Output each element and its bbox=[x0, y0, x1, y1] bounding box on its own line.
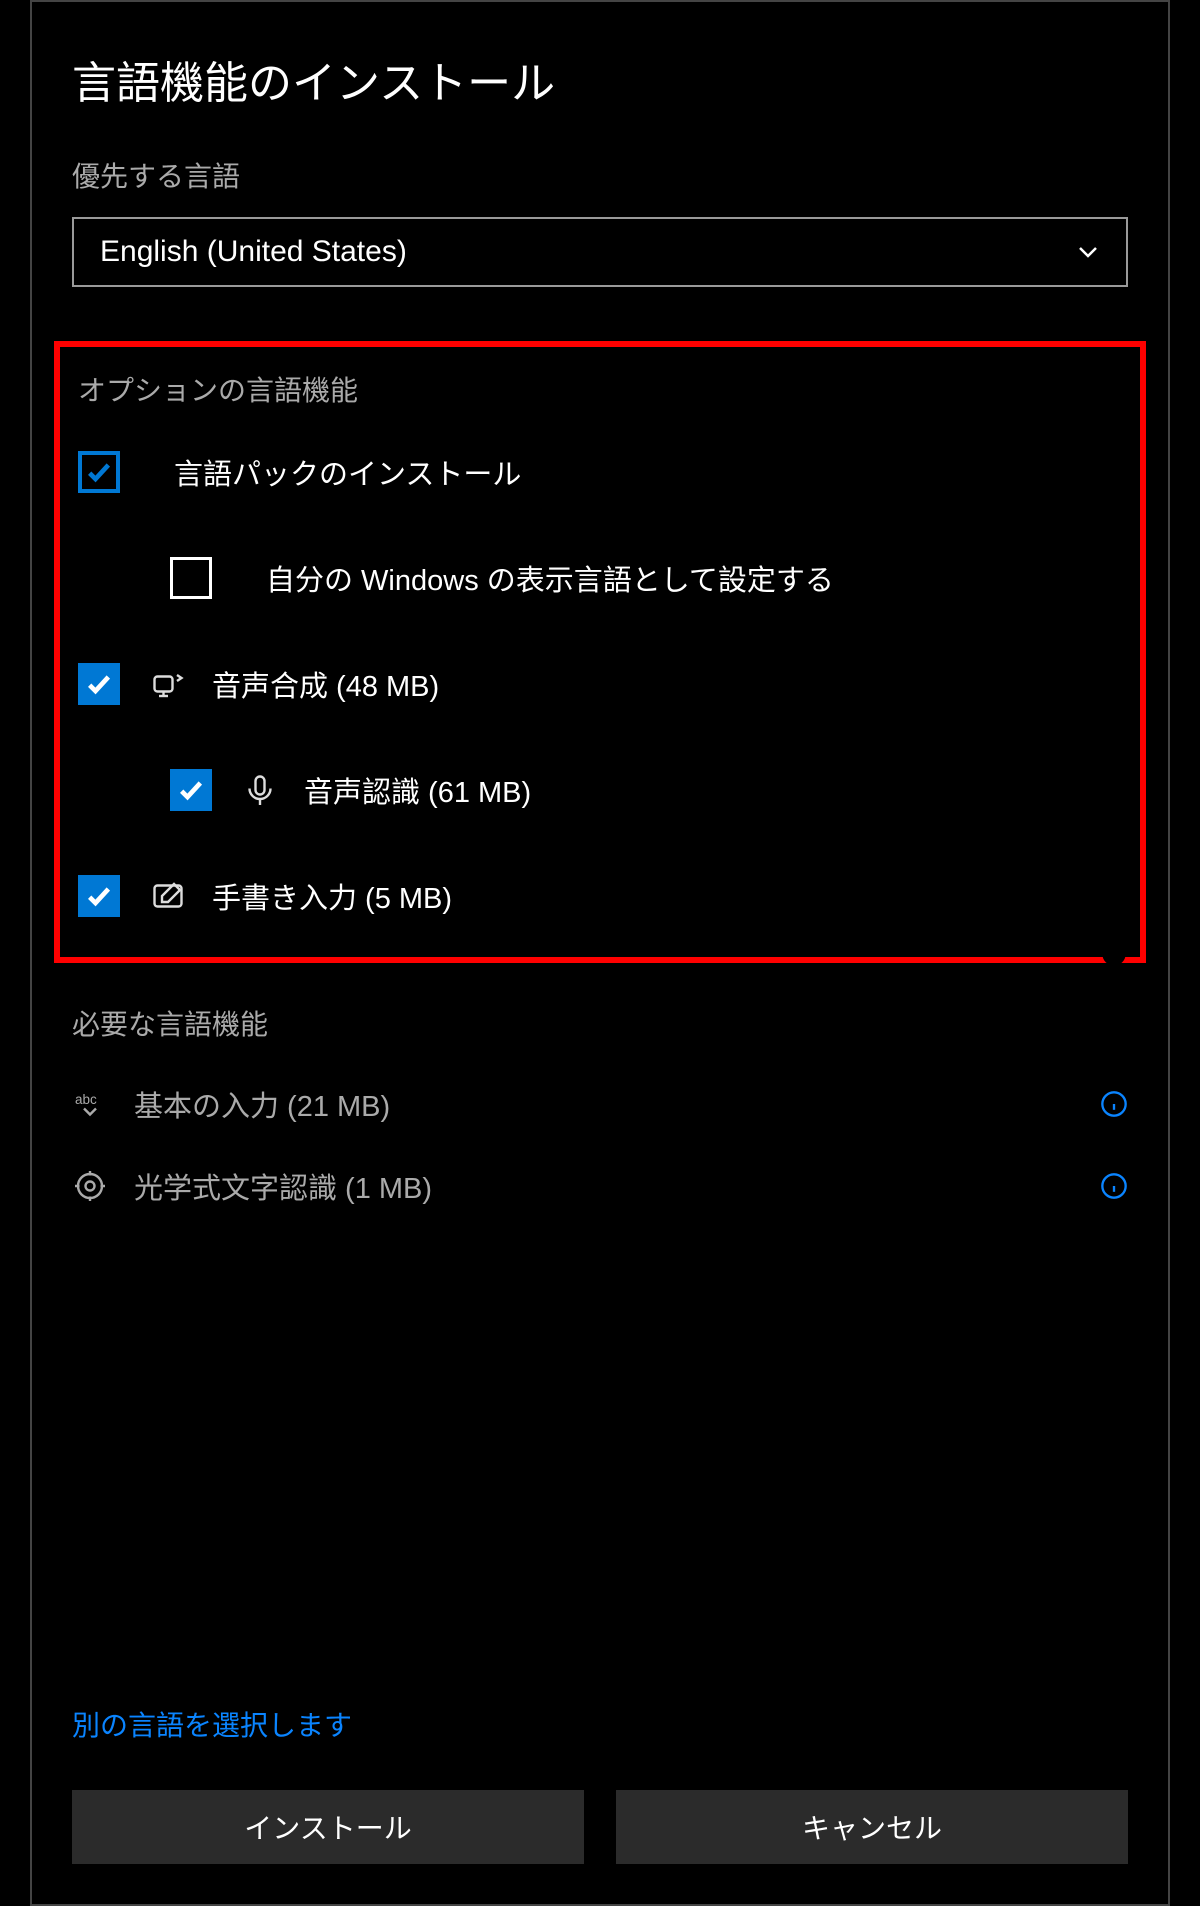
required-label: 基本の入力 (21 MB) bbox=[134, 1083, 1128, 1125]
optional-features-title: オプションの言語機能 bbox=[78, 369, 1122, 409]
checkbox-language-pack[interactable] bbox=[78, 451, 120, 493]
info-icon[interactable] bbox=[1100, 724, 1128, 752]
checkbox-text-to-speech[interactable] bbox=[78, 663, 120, 705]
option-label: 音声認識 (61 MB) bbox=[304, 769, 1122, 811]
chevron-down-icon bbox=[1076, 240, 1100, 264]
svg-text:abc: abc bbox=[75, 1092, 97, 1107]
mic-icon bbox=[242, 772, 278, 808]
cancel-button[interactable]: キャンセル bbox=[616, 1790, 1128, 1864]
select-another-language-link[interactable]: 別の言語を選択します bbox=[72, 1704, 352, 1744]
checkbox-handwriting[interactable] bbox=[78, 875, 120, 917]
info-icon[interactable] bbox=[1100, 940, 1128, 968]
option-handwriting: 手書き入力 (5 MB) bbox=[78, 871, 1122, 921]
option-speech-recognition: 音声認識 (61 MB) bbox=[78, 765, 1122, 815]
option-label: 言語パックのインストール bbox=[174, 451, 1122, 493]
optional-features-highlight: オプションの言語機能 言語パックのインストール 自分の Windows の表示言… bbox=[54, 341, 1146, 963]
required-label: 光学式文字認識 (1 MB) bbox=[134, 1165, 1128, 1207]
ocr-icon bbox=[72, 1168, 108, 1204]
option-label: 音声合成 (48 MB) bbox=[212, 663, 1122, 705]
option-language-pack: 言語パックのインストール bbox=[78, 447, 1122, 497]
dialog-content: 言語機能のインストール 優先する言語 English (United State… bbox=[32, 47, 1168, 1209]
info-icon[interactable] bbox=[1100, 1090, 1128, 1118]
dialog-button-bar: インストール キャンセル bbox=[72, 1790, 1128, 1864]
option-set-display-language: 自分の Windows の表示言語として設定する bbox=[78, 553, 1122, 603]
required-basic-typing: abc 基本の入力 (21 MB) bbox=[72, 1081, 1128, 1127]
preferred-language-dropdown[interactable]: English (United States) bbox=[72, 217, 1128, 287]
info-icon[interactable] bbox=[1100, 1172, 1128, 1200]
dialog-title: 言語機能のインストール bbox=[72, 47, 1128, 111]
preferred-language-value: English (United States) bbox=[100, 235, 407, 269]
option-label: 自分の Windows の表示言語として設定する bbox=[266, 557, 1122, 599]
info-icon[interactable] bbox=[1100, 502, 1128, 530]
option-text-to-speech: 音声合成 (48 MB) bbox=[78, 659, 1122, 709]
checkbox-set-display-language[interactable] bbox=[170, 557, 212, 599]
info-icon[interactable] bbox=[1100, 830, 1128, 858]
pen-icon bbox=[150, 878, 186, 914]
preferred-language-label: 優先する言語 bbox=[72, 155, 1128, 195]
install-language-features-dialog: 言語機能のインストール 優先する言語 English (United State… bbox=[30, 0, 1170, 1906]
required-features-section: 必要な言語機能 abc 基本の入力 (21 MB) 光学式文字認識 (1 MB) bbox=[72, 1003, 1128, 1209]
checkbox-speech-recognition[interactable] bbox=[170, 769, 212, 811]
required-ocr: 光学式文字認識 (1 MB) bbox=[72, 1163, 1128, 1209]
abc-icon: abc bbox=[72, 1086, 108, 1122]
info-icon[interactable] bbox=[1100, 608, 1128, 636]
required-features-title: 必要な言語機能 bbox=[72, 1003, 1128, 1043]
install-button[interactable]: インストール bbox=[72, 1790, 584, 1864]
tts-icon bbox=[150, 666, 186, 702]
option-label: 手書き入力 (5 MB) bbox=[212, 875, 1122, 917]
